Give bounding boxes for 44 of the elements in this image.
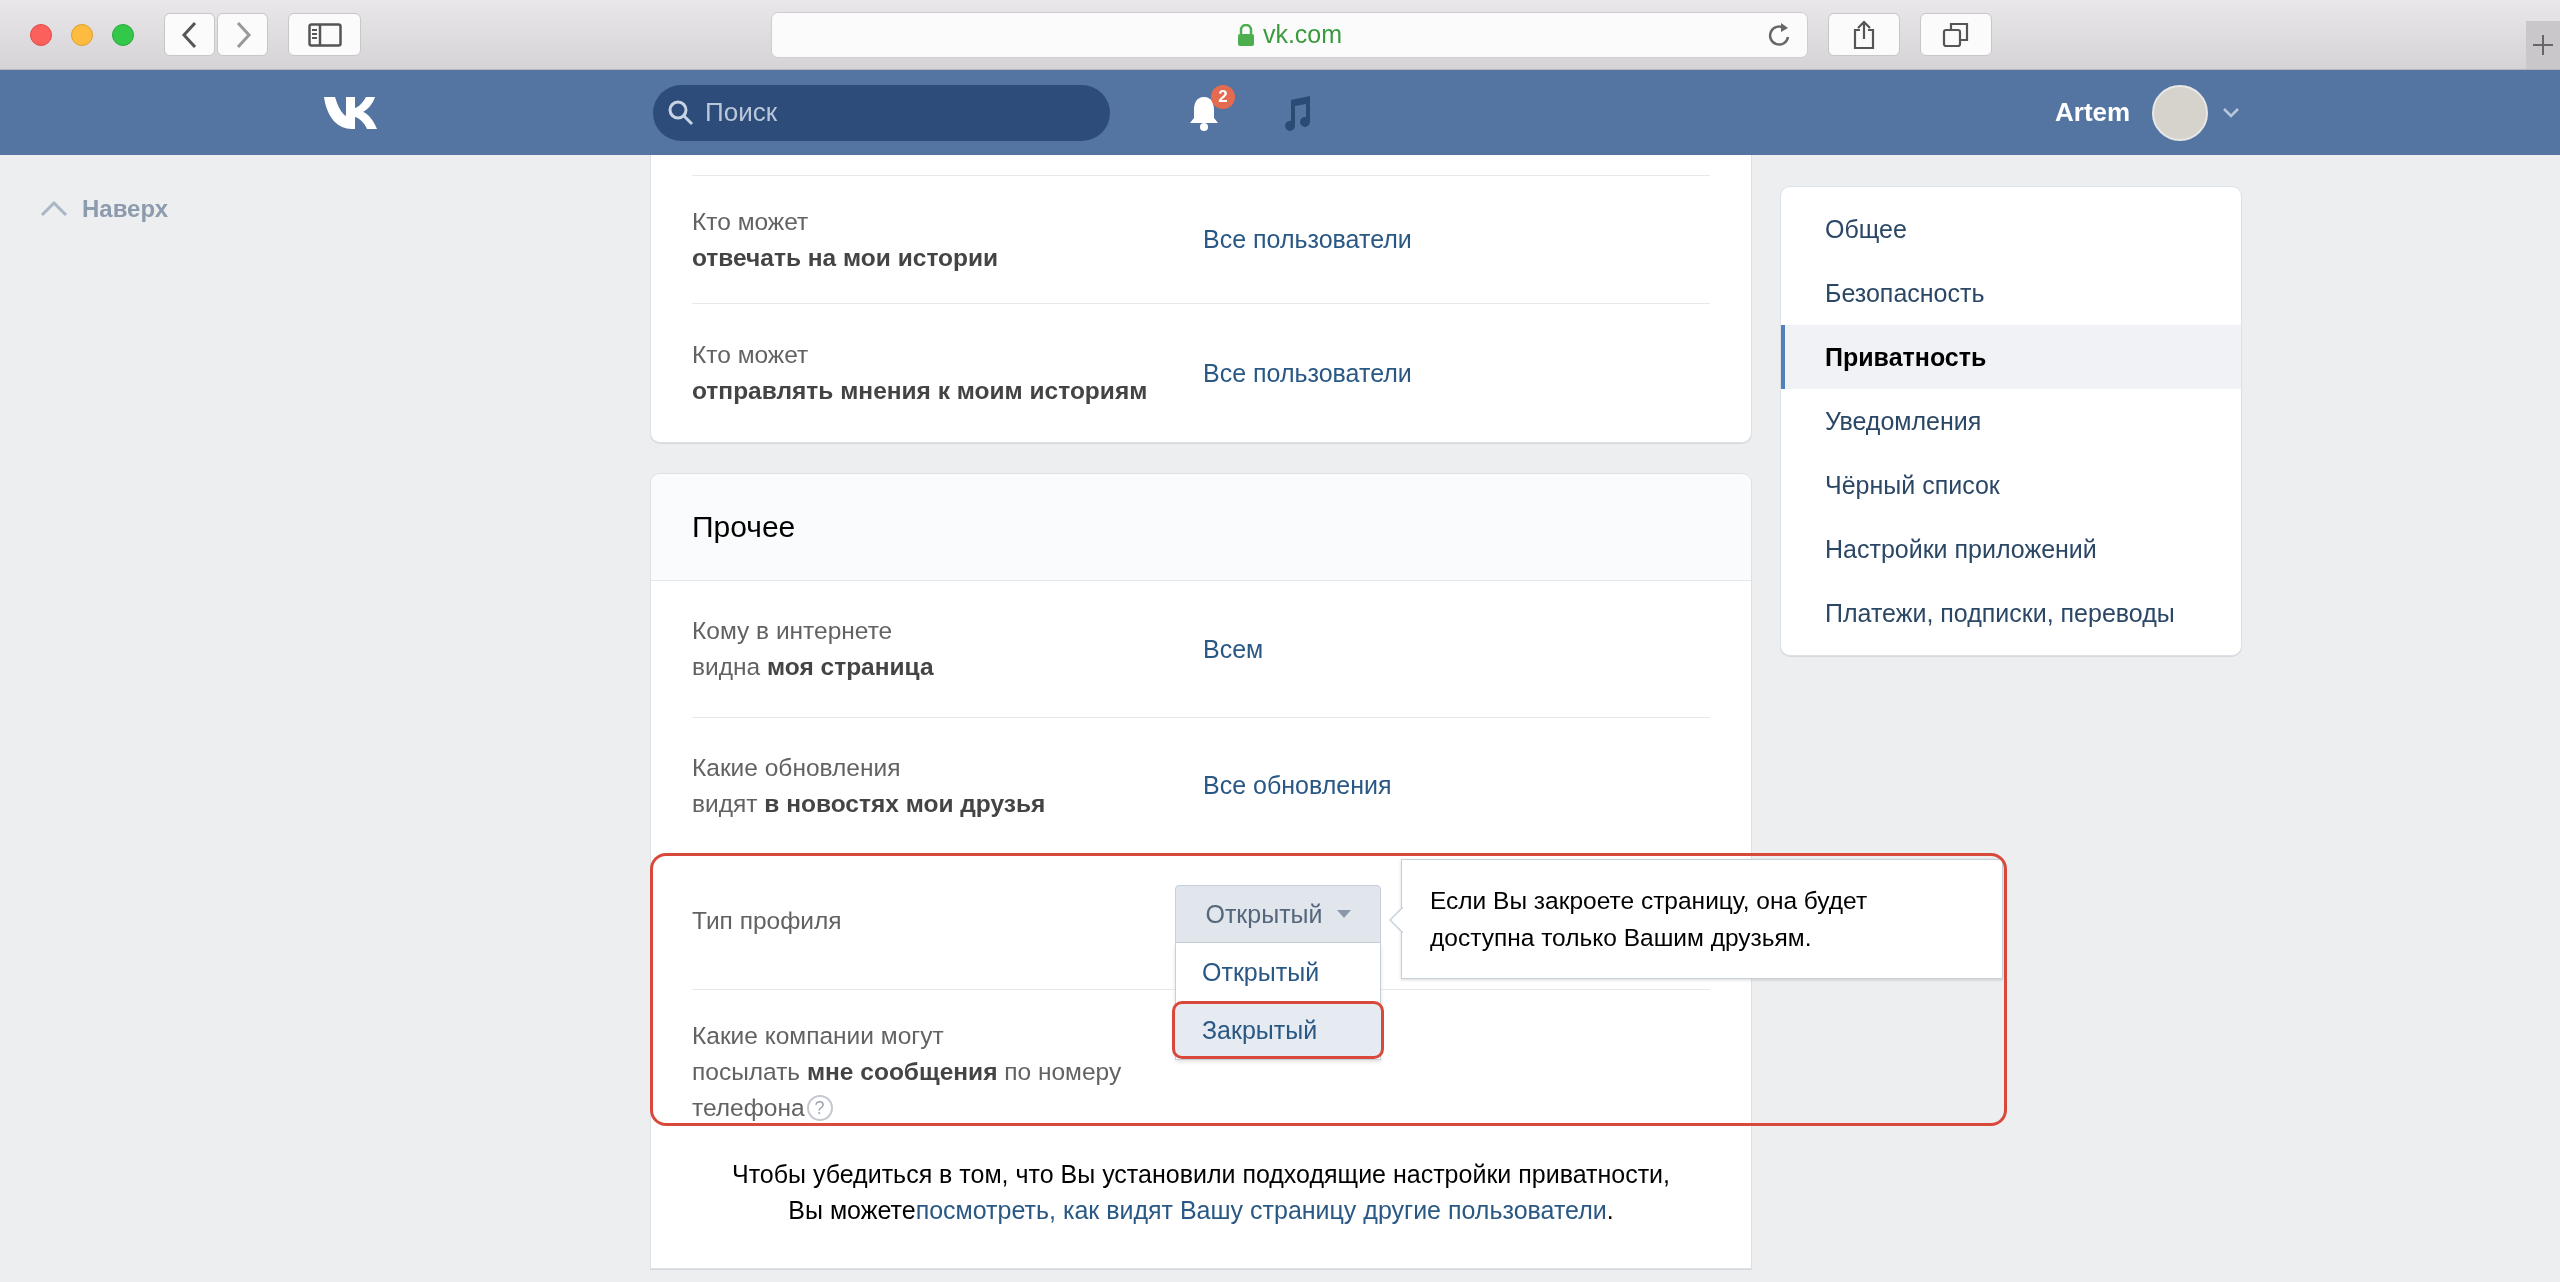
menu-item[interactable]: Общее [1781,197,2241,261]
menu-item[interactable]: Настройки приложений [1781,517,2241,581]
setting-label: Тип профиля [692,906,843,936]
view-profile-link[interactable]: посмотреть, как видят Вашу страницу другие пользователи [915,1196,1607,1224]
section-title: Прочее [692,510,796,544]
chevron-down-icon[interactable] [2222,106,2241,119]
close-icon[interactable] [30,23,52,46]
chevron-up-icon [40,200,68,218]
setting-label: Какие обновления видят в новостях мои друзья [692,752,1047,819]
sidebar-icon [307,22,342,47]
menu-item[interactable]: Приватность [1781,325,2241,389]
menu-item[interactable]: Безопасность [1781,261,2241,325]
menu-item[interactable]: Уведомления [1781,389,2241,453]
sidebar-button[interactable] [288,13,361,56]
profile-type-dropdown[interactable]: Открытый [1175,885,1381,943]
user-name[interactable]: Artem [2055,97,2131,128]
tabs-button[interactable] [1920,13,1992,56]
setting-label: телефона [692,1093,805,1123]
privacy-note: Чтобы убедиться в том, что Вы установили подходящие настройки приватности, Вы можетепосмотреть, как видят Вашу страницу другие пользователи. [730,1159,1671,1226]
share-button[interactable] [1828,13,1900,56]
notification-badge: 2 [1211,84,1235,109]
zoom-icon[interactable] [112,23,134,46]
tabs-icon [1942,20,1970,49]
chevron-left-icon [180,20,199,49]
setting-value-link[interactable]: Все пользователи [1203,358,1412,388]
caret-icon [1336,910,1351,918]
menu-item[interactable]: Платежи, подписки, переводы [1781,581,2241,645]
dropdown-option[interactable]: Открытый [1176,943,1380,1001]
lock-icon [1236,23,1255,46]
tooltip-pointer [1389,907,1403,933]
setting-value-link[interactable]: Все обновления [1203,771,1392,800]
setting-label: Кому в интернете видна моя страница [692,616,935,682]
menu-item[interactable]: Чёрный список [1781,453,2241,517]
setting-label: Кто может отправлять мнения к моим историям [692,340,1149,406]
back-button[interactable] [164,13,215,56]
setting-value-link[interactable]: Все пользователи [1203,225,1412,254]
dropdown-option[interactable]: Закрытый [1172,1001,1384,1059]
search-icon [667,98,695,127]
share-icon [1852,19,1876,50]
new-tab-button[interactable] [2526,21,2560,69]
search-field[interactable]: Поиск [653,84,1110,141]
plus-icon [2531,33,2555,57]
setting-label: Кто может отвечать на мои истории [692,206,1000,273]
setting-value-link[interactable]: Всем [1203,634,1264,664]
